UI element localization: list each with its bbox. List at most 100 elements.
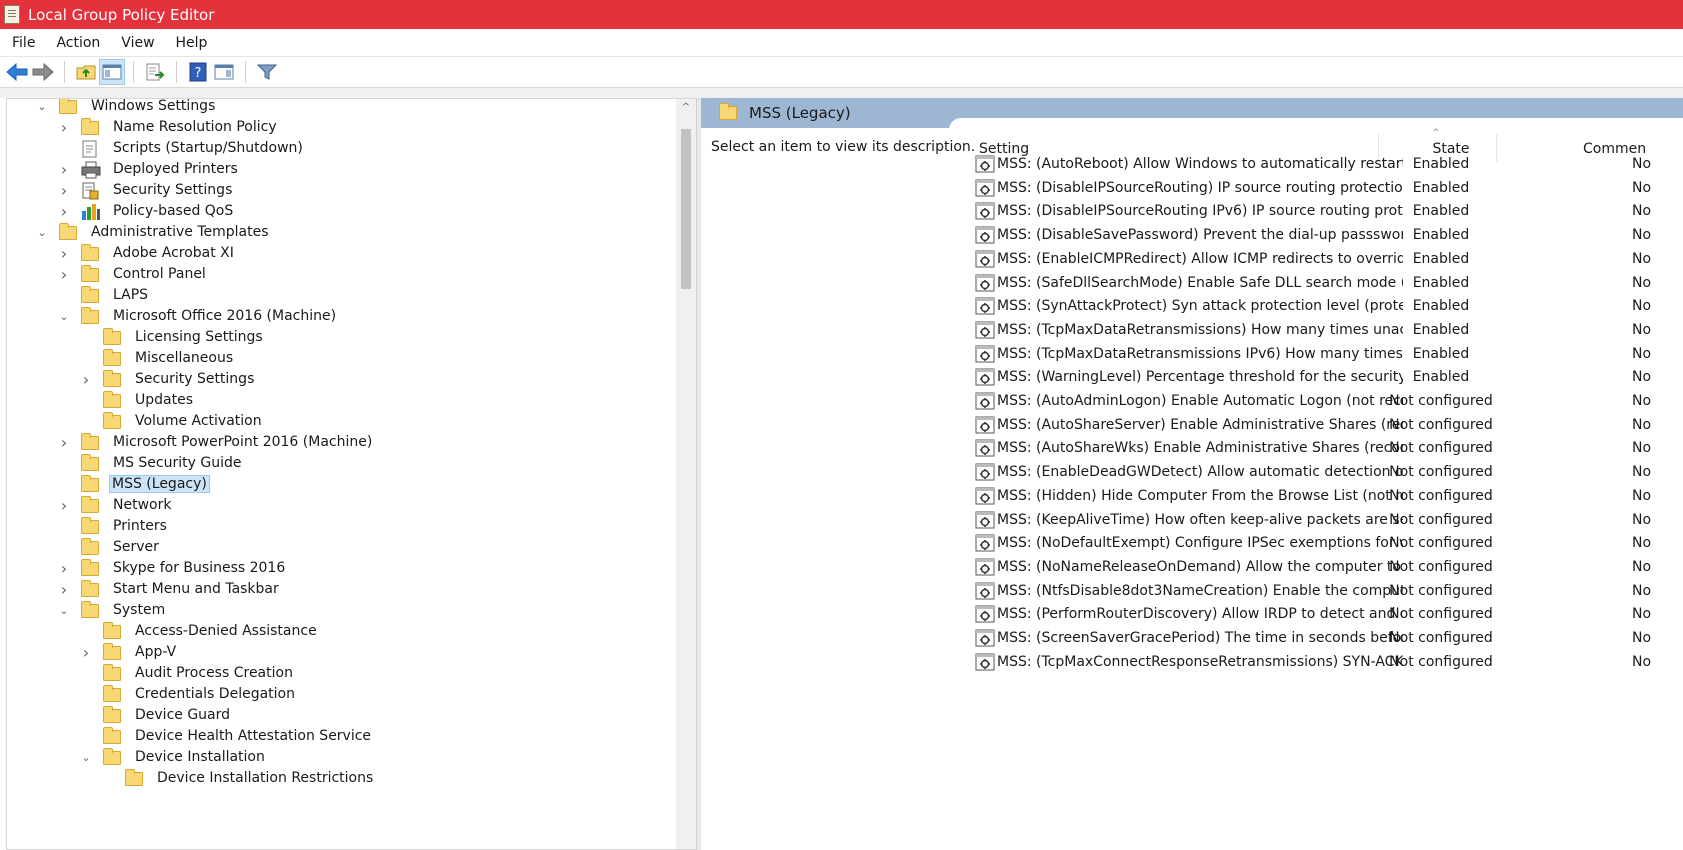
tree-item-volume-activation[interactable]: Volume Activation: [79, 410, 266, 432]
tree-item-windows-settings[interactable]: ⌄ Windows Settings: [35, 99, 219, 117]
show-hide-action-pane-icon[interactable]: [211, 59, 237, 85]
table-row[interactable]: MSS: (NoNameReleaseOnDemand) Allow the c…: [975, 556, 1683, 578]
tree-item-system[interactable]: ⌄ System: [57, 599, 169, 621]
chevron-right-icon[interactable]: ›: [57, 242, 71, 264]
tree-item-ms-security-guide[interactable]: MS Security Guide: [57, 452, 245, 474]
up-folder-icon[interactable]: [73, 59, 99, 85]
tree-scrollbar[interactable]: ^: [676, 99, 696, 849]
chevron-down-icon[interactable]: ⌄: [35, 221, 49, 243]
tree-scroll-thumb[interactable]: [681, 129, 691, 289]
help-icon[interactable]: ?: [185, 59, 211, 85]
tree-item-laps[interactable]: LAPS: [57, 284, 152, 306]
chevron-right-icon[interactable]: ›: [57, 179, 71, 201]
tree-item-microsoft-office-2016-machine[interactable]: ⌄ Microsoft Office 2016 (Machine): [57, 305, 340, 327]
table-row[interactable]: MSS: (DisableIPSourceRouting) IP source …: [975, 177, 1683, 199]
chevron-down-icon[interactable]: ⌄: [35, 99, 49, 117]
chevron-right-icon[interactable]: ›: [57, 557, 71, 579]
table-row[interactable]: MSS: (Hidden) Hide Computer From the Bro…: [975, 485, 1683, 507]
tree-item-network[interactable]: › Network: [57, 494, 175, 516]
chevron-right-icon[interactable]: ›: [57, 200, 71, 222]
chevron-right-icon[interactable]: ›: [57, 494, 71, 516]
tree-item-policy-based-qos[interactable]: › Policy-based QoS: [57, 200, 237, 222]
tree-item-device-guard[interactable]: Device Guard: [79, 704, 234, 726]
tree-item-mss-legacy[interactable]: MSS (Legacy): [57, 473, 210, 495]
setting-comment: No: [1632, 156, 1652, 172]
chevron-placeholder: [79, 683, 93, 705]
table-row[interactable]: MSS: (AutoShareWks) Enable Administrativ…: [975, 437, 1683, 459]
extended-tab-background: [949, 118, 1683, 130]
export-list-icon[interactable]: [142, 59, 168, 85]
table-row[interactable]: MSS: (EnableDeadGWDetect) Allow automati…: [975, 461, 1683, 483]
tree-item-device-installation-restrictions[interactable]: Device Installation Restrictions: [101, 767, 377, 789]
chevron-down-icon[interactable]: ⌄: [57, 305, 71, 327]
table-row[interactable]: MSS: (NtfsDisable8dot3NameCreation) Enab…: [975, 580, 1683, 602]
table-row[interactable]: MSS: (DisableIPSourceRouting IPv6) IP so…: [975, 200, 1683, 222]
tree-item-app-v[interactable]: › App-V: [79, 641, 180, 663]
tree-item-device-installation[interactable]: ⌄ Device Installation: [79, 746, 269, 768]
table-row[interactable]: MSS: (NoDefaultExempt) Configure IPSec e…: [975, 532, 1683, 554]
setting-state: Enabled: [1412, 227, 1470, 244]
table-row[interactable]: MSS: (TcpMaxDataRetransmissions) How man…: [975, 319, 1683, 341]
chevron-right-icon[interactable]: ›: [79, 641, 93, 663]
tree-item-start-menu-and-taskbar[interactable]: › Start Menu and Taskbar: [57, 578, 283, 600]
chevron-right-icon[interactable]: ›: [57, 431, 71, 453]
tree-item-microsoft-powerpoint-2016-machine[interactable]: › Microsoft PowerPoint 2016 (Machine): [57, 431, 376, 453]
printer-icon: [81, 161, 101, 179]
back-icon[interactable]: [4, 59, 30, 85]
tree-item-access-denied-assistance[interactable]: Access-Denied Assistance: [79, 620, 321, 642]
tree-item-server[interactable]: Server: [57, 536, 163, 558]
chevron-right-icon[interactable]: ›: [57, 263, 71, 285]
table-row[interactable]: MSS: (PerformRouterDiscovery) Allow IRDP…: [975, 603, 1683, 625]
setting-name: MSS: (AutoShareServer) Enable Administra…: [997, 416, 1403, 433]
forward-icon[interactable]: [30, 59, 56, 85]
policy-setting-icon: [975, 439, 995, 457]
menu-file[interactable]: File: [0, 35, 44, 51]
table-row[interactable]: MSS: (SafeDllSearchMode) Enable Safe DLL…: [975, 272, 1683, 294]
tree-item-audit-process-creation[interactable]: Audit Process Creation: [79, 662, 297, 684]
tree-item-scripts-startup-shutdown[interactable]: Scripts (Startup/Shutdown): [57, 137, 307, 159]
policy-setting-icon: [975, 534, 995, 552]
filter-icon[interactable]: [254, 59, 280, 85]
tree-item-licensing-settings[interactable]: Licensing Settings: [79, 326, 267, 348]
table-row[interactable]: MSS: (AutoAdminLogon) Enable Automatic L…: [975, 390, 1683, 412]
tree-item-credentials-delegation[interactable]: Credentials Delegation: [79, 683, 299, 705]
tree-item-skype-for-business-2016[interactable]: › Skype for Business 2016: [57, 557, 289, 579]
menu-action[interactable]: Action: [44, 35, 109, 51]
tree-item-label: Device Guard: [135, 707, 231, 723]
tree-item-name-resolution-policy[interactable]: › Name Resolution Policy: [57, 116, 281, 138]
table-row[interactable]: MSS: (TcpMaxDataRetransmissions IPv6) Ho…: [975, 343, 1683, 365]
tree-item-deployed-printers[interactable]: › Deployed Printers: [57, 158, 242, 180]
chevron-right-icon[interactable]: ›: [57, 158, 71, 180]
tree-item-adobe-acrobat-xi[interactable]: › Adobe Acrobat XI: [57, 242, 238, 264]
chevron-down-icon[interactable]: ⌄: [79, 746, 93, 768]
menu-help[interactable]: Help: [164, 35, 217, 51]
table-row[interactable]: MSS: (WarningLevel) Percentage threshold…: [975, 366, 1683, 388]
setting-name: MSS: (NoNameReleaseOnDemand) Allow the c…: [997, 558, 1403, 575]
tree-item-security-settings[interactable]: › Security Settings: [57, 179, 236, 201]
chevron-right-icon[interactable]: ›: [79, 368, 93, 390]
folder-icon: [81, 454, 101, 471]
setting-state: Not configured: [1389, 606, 1493, 623]
table-row[interactable]: MSS: (DisableSavePassword) Prevent the d…: [975, 224, 1683, 246]
table-row[interactable]: MSS: (TcpMaxConnectResponseRetransmissio…: [975, 651, 1683, 673]
tree-item-control-panel[interactable]: › Control Panel: [57, 263, 210, 285]
tree-item-administrative-templates[interactable]: ⌄ Administrative Templates: [35, 221, 273, 243]
scroll-up-icon[interactable]: ^: [680, 102, 692, 113]
show-hide-tree-icon[interactable]: [99, 59, 125, 85]
table-row[interactable]: MSS: (EnableICMPRedirect) Allow ICMP red…: [975, 248, 1683, 270]
table-row[interactable]: MSS: (SynAttackProtect) Syn attack prote…: [975, 295, 1683, 317]
tree-item-security-settings[interactable]: › Security Settings: [79, 368, 258, 390]
tree-item-printers[interactable]: Printers: [57, 515, 171, 537]
table-row[interactable]: MSS: (ScreenSaverGracePeriod) The time i…: [975, 627, 1683, 649]
tree-item-device-health-attestation-service[interactable]: Device Health Attestation Service: [79, 725, 375, 747]
pane-top-strip: [0, 88, 1683, 98]
chevron-right-icon[interactable]: ›: [57, 116, 71, 138]
menu-view[interactable]: View: [109, 35, 163, 51]
chevron-down-icon[interactable]: ⌄: [57, 599, 71, 621]
tree-item-updates[interactable]: Updates: [79, 389, 197, 411]
table-row[interactable]: MSS: (AutoReboot) Allow Windows to autom…: [975, 153, 1683, 175]
table-row[interactable]: MSS: (AutoShareServer) Enable Administra…: [975, 414, 1683, 436]
tree-item-miscellaneous[interactable]: Miscellaneous: [79, 347, 237, 369]
chevron-right-icon[interactable]: ›: [57, 578, 71, 600]
table-row[interactable]: MSS: (KeepAliveTime) How often keep-aliv…: [975, 509, 1683, 531]
